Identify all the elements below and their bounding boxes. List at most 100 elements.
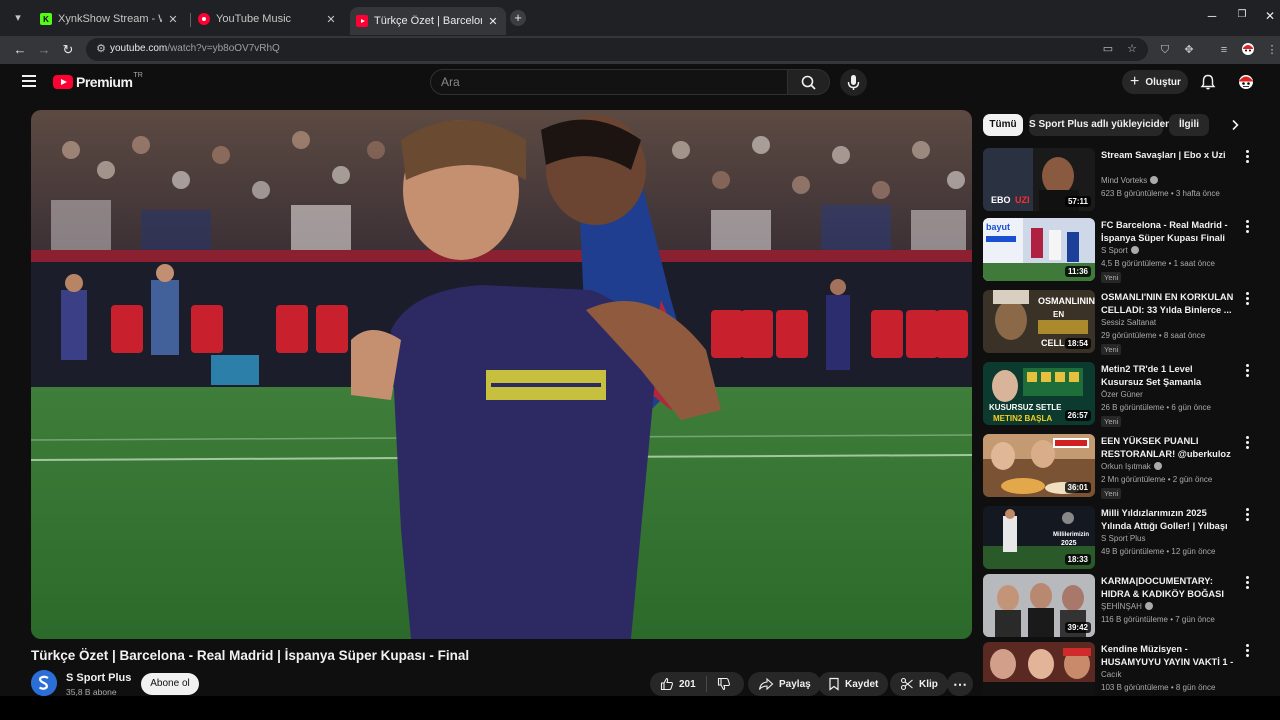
new-tab-button[interactable]: + [510, 10, 526, 26]
search-box[interactable] [430, 69, 788, 95]
svg-text:bayut: bayut [986, 222, 1010, 232]
video-thumbnail[interactable]: 39:42 [983, 574, 1095, 637]
channel-name[interactable]: S Sport Plus [66, 672, 131, 684]
video-title: Türkçe Özet | Barcelona - Real Madrid | … [31, 648, 470, 663]
browser-tab-youtube-music[interactable]: YouTube Music ✕ [192, 8, 344, 30]
notifications-bell-icon[interactable] [1199, 73, 1217, 91]
tab-search-button[interactable]: ▾ [8, 8, 28, 28]
close-tab-icon[interactable]: ✕ [324, 13, 338, 26]
rec-title[interactable]: EEN YÜKSEK PUANLI RESTORANLAR! @uberkulo… [1101, 435, 1236, 462]
more-vert-icon[interactable] [1242, 508, 1252, 522]
rec-channel[interactable]: Mind Vorteks [1101, 176, 1159, 185]
video-player[interactable] [31, 110, 972, 639]
new-badge: Yeni [1101, 344, 1122, 355]
rec-channel[interactable]: Orkun Işıtmak [1101, 462, 1162, 471]
more-vert-icon[interactable] [1242, 150, 1252, 164]
list-item[interactable]: KUSURSUZ SETLE METIN2 BAŞLA 26:57 Metin2 … [983, 362, 1255, 427]
video-thumbnail[interactable]: 36:01 [983, 434, 1095, 497]
youtube-header: Premium TR + Oluştur [0, 64, 1280, 100]
close-tab-icon[interactable]: ✕ [486, 15, 500, 28]
chips-next-chevron-icon[interactable] [1228, 118, 1242, 132]
video-thumbnail[interactable] [983, 642, 1095, 696]
like-dislike-group: 201 [650, 672, 744, 696]
list-item[interactable]: 36:01 EEN YÜKSEK PUANLI RESTORANLAR! @ub… [983, 434, 1255, 499]
close-window-icon[interactable]: ✕ [1262, 9, 1278, 23]
video-thumbnail[interactable]: KUSURSUZ SETLE METIN2 BAŞLA 26:57 [983, 362, 1095, 425]
video-thumbnail[interactable]: OSMANLININ EN CELL 18:54 [983, 290, 1095, 353]
account-avatar[interactable] [1236, 71, 1256, 91]
more-vert-icon[interactable] [1242, 644, 1252, 658]
video-thumbnail[interactable]: bayut 11:36 [983, 218, 1095, 281]
more-vert-icon[interactable] [1242, 364, 1252, 378]
bookmark-star-icon[interactable]: ☆ [1125, 42, 1139, 56]
list-item[interactable]: 39:42 KARMA|DOCUMENTARY: HIDRA & KADIKÖY… [983, 574, 1255, 638]
youtube-premium-logo[interactable]: Premium TR [53, 72, 143, 90]
shield-extension-icon[interactable]: ⛉ [1157, 42, 1173, 58]
svg-text:2025: 2025 [1061, 540, 1077, 547]
more-vert-icon[interactable] [1242, 292, 1252, 306]
site-info-icon[interactable]: ⚙ [94, 42, 108, 56]
like-button[interactable]: 201 [650, 672, 706, 696]
more-vert-icon[interactable] [1242, 576, 1252, 590]
more-actions-button[interactable]: ⋯ [947, 672, 973, 696]
subscribe-button[interactable]: Abone ol [141, 673, 199, 695]
rec-channel[interactable]: Cacık [1101, 670, 1121, 679]
bookmark-icon [829, 677, 839, 691]
save-button[interactable]: Kaydet [818, 672, 889, 696]
list-item[interactable]: Millilerimizin 2025 18:33 Milli Yıldızlar… [983, 506, 1255, 570]
profile-avatar-icon[interactable] [1240, 42, 1256, 58]
verified-icon [1150, 176, 1159, 184]
rec-meta: 2 Mn görüntüleme • 2 gün önce [1101, 475, 1213, 484]
channel-avatar[interactable] [31, 670, 57, 696]
rec-channel[interactable]: S Sport Plus [1101, 534, 1145, 543]
rec-title[interactable]: Milli Yıldızlarımızın 2025 Yılında Attığ… [1101, 507, 1236, 534]
voice-search-button[interactable] [840, 69, 867, 96]
rec-title[interactable]: Kendine Müzisyen - HUSAMYUYU YAYIN VAKTİ… [1101, 643, 1236, 670]
svg-text:CELL: CELL [1041, 338, 1065, 348]
list-item[interactable]: OSMANLININ EN CELL 18:54 OSMANLI'NIN EN KO… [983, 290, 1255, 355]
browser-tab-youtube-video[interactable]: Türkçe Özet | Barcelona - Real Madrid ✕ [350, 7, 506, 35]
verified-icon [1153, 462, 1162, 470]
video-thumbnail[interactable]: Millilerimizin 2025 18:33 [983, 506, 1095, 569]
reload-icon[interactable]: ↻ [59, 41, 77, 59]
media-control-icon[interactable]: ≡ [1216, 42, 1232, 58]
rec-title[interactable]: Stream Savaşları | Ebo x Uzi [1101, 149, 1236, 162]
clip-button[interactable]: Klip [890, 672, 948, 696]
list-item[interactable]: EBO UZI 57:11 Stream Savaşları | Ebo x Uz… [983, 148, 1255, 212]
rec-channel[interactable]: ŞEHİNŞAH [1101, 602, 1153, 611]
create-button[interactable]: + Oluştur [1122, 70, 1188, 94]
close-tab-icon[interactable]: ✕ [166, 13, 180, 26]
chip-all[interactable]: Tümü [983, 114, 1023, 136]
url-text[interactable]: youtube.com/watch?v=yb8oOV7vRhQ [110, 43, 280, 54]
rec-title[interactable]: KARMA|DOCUMENTARY: HIDRA & KADIKÖY BOĞAS… [1101, 575, 1236, 602]
dislike-button[interactable] [707, 672, 741, 696]
address-bar[interactable]: ⚙ youtube.com/watch?v=yb8oOV7vRhQ ▭ ☆ [86, 38, 1148, 61]
rec-meta: 103 B görüntüleme • 8 gün önce [1101, 683, 1216, 692]
share-button[interactable]: Paylaş [748, 672, 821, 696]
forward-icon[interactable]: → [35, 41, 53, 59]
cast-icon[interactable]: ▭ [1101, 42, 1115, 56]
list-item[interactable]: bayut 11:36 FC Barcelona - Real Madrid -… [983, 218, 1255, 283]
more-vert-icon[interactable] [1242, 436, 1252, 450]
rec-channel[interactable]: Özer Güner [1101, 390, 1143, 399]
search-input[interactable] [431, 70, 787, 94]
clip-label: Klip [919, 678, 938, 690]
guide-menu-icon[interactable] [22, 75, 36, 89]
search-button[interactable] [788, 69, 830, 95]
back-icon[interactable]: ← [11, 41, 29, 59]
chip-from-uploader[interactable]: S Sport Plus adlı yükleyiciden [1029, 114, 1171, 136]
rec-title[interactable]: Metin2 TR'de 1 Level Kusursuz Set Şamanl… [1101, 363, 1236, 390]
rec-channel[interactable]: S Sport [1101, 246, 1139, 255]
extensions-puzzle-icon[interactable]: ✥ [1181, 42, 1197, 58]
minimize-icon[interactable]: ─ [1204, 9, 1220, 23]
chip-related[interactable]: İlgili [1169, 114, 1209, 136]
more-vert-icon[interactable] [1242, 220, 1252, 234]
list-item[interactable]: Kendine Müzisyen - HUSAMYUYU YAYIN VAKTİ… [983, 642, 1255, 696]
video-thumbnail[interactable]: EBO UZI 57:11 [983, 148, 1095, 211]
rec-title[interactable]: FC Barcelona - Real Madrid - İspanya Süp… [1101, 219, 1236, 245]
rec-channel[interactable]: Sessiz Saltanat [1101, 318, 1156, 327]
maximize-icon[interactable]: ❐ [1234, 9, 1250, 20]
browser-menu-icon[interactable]: ⋮ [1264, 42, 1280, 58]
browser-tab-xynkshow[interactable]: K XynkShow Stream - Watch Live ✕ [34, 8, 186, 30]
rec-title[interactable]: OSMANLI'NIN EN KORKULAN CELLADI: 33 Yıld… [1101, 291, 1236, 317]
